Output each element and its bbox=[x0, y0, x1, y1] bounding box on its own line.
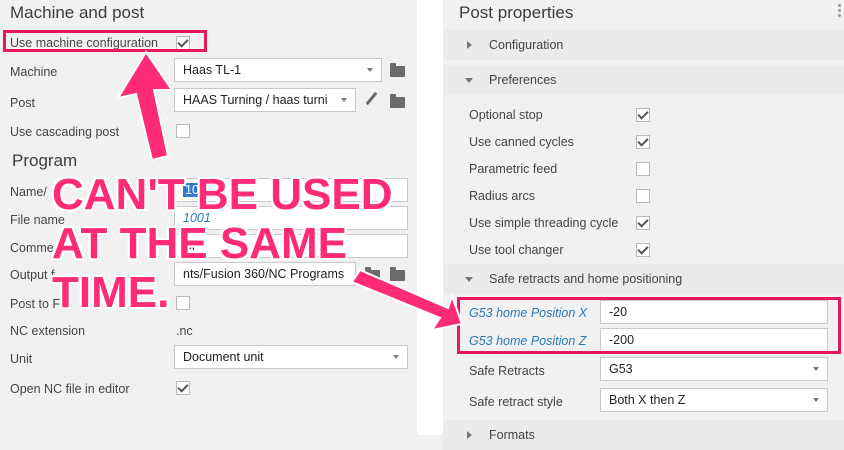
arrow-right-icon bbox=[350, 268, 464, 332]
annotation-line-1: CAN'T BE USED bbox=[52, 170, 393, 219]
annotation-line-3: TIME. bbox=[52, 268, 170, 317]
annotation-line-2: AT THE SAME bbox=[52, 219, 347, 268]
arrow-up-icon bbox=[115, 50, 174, 162]
